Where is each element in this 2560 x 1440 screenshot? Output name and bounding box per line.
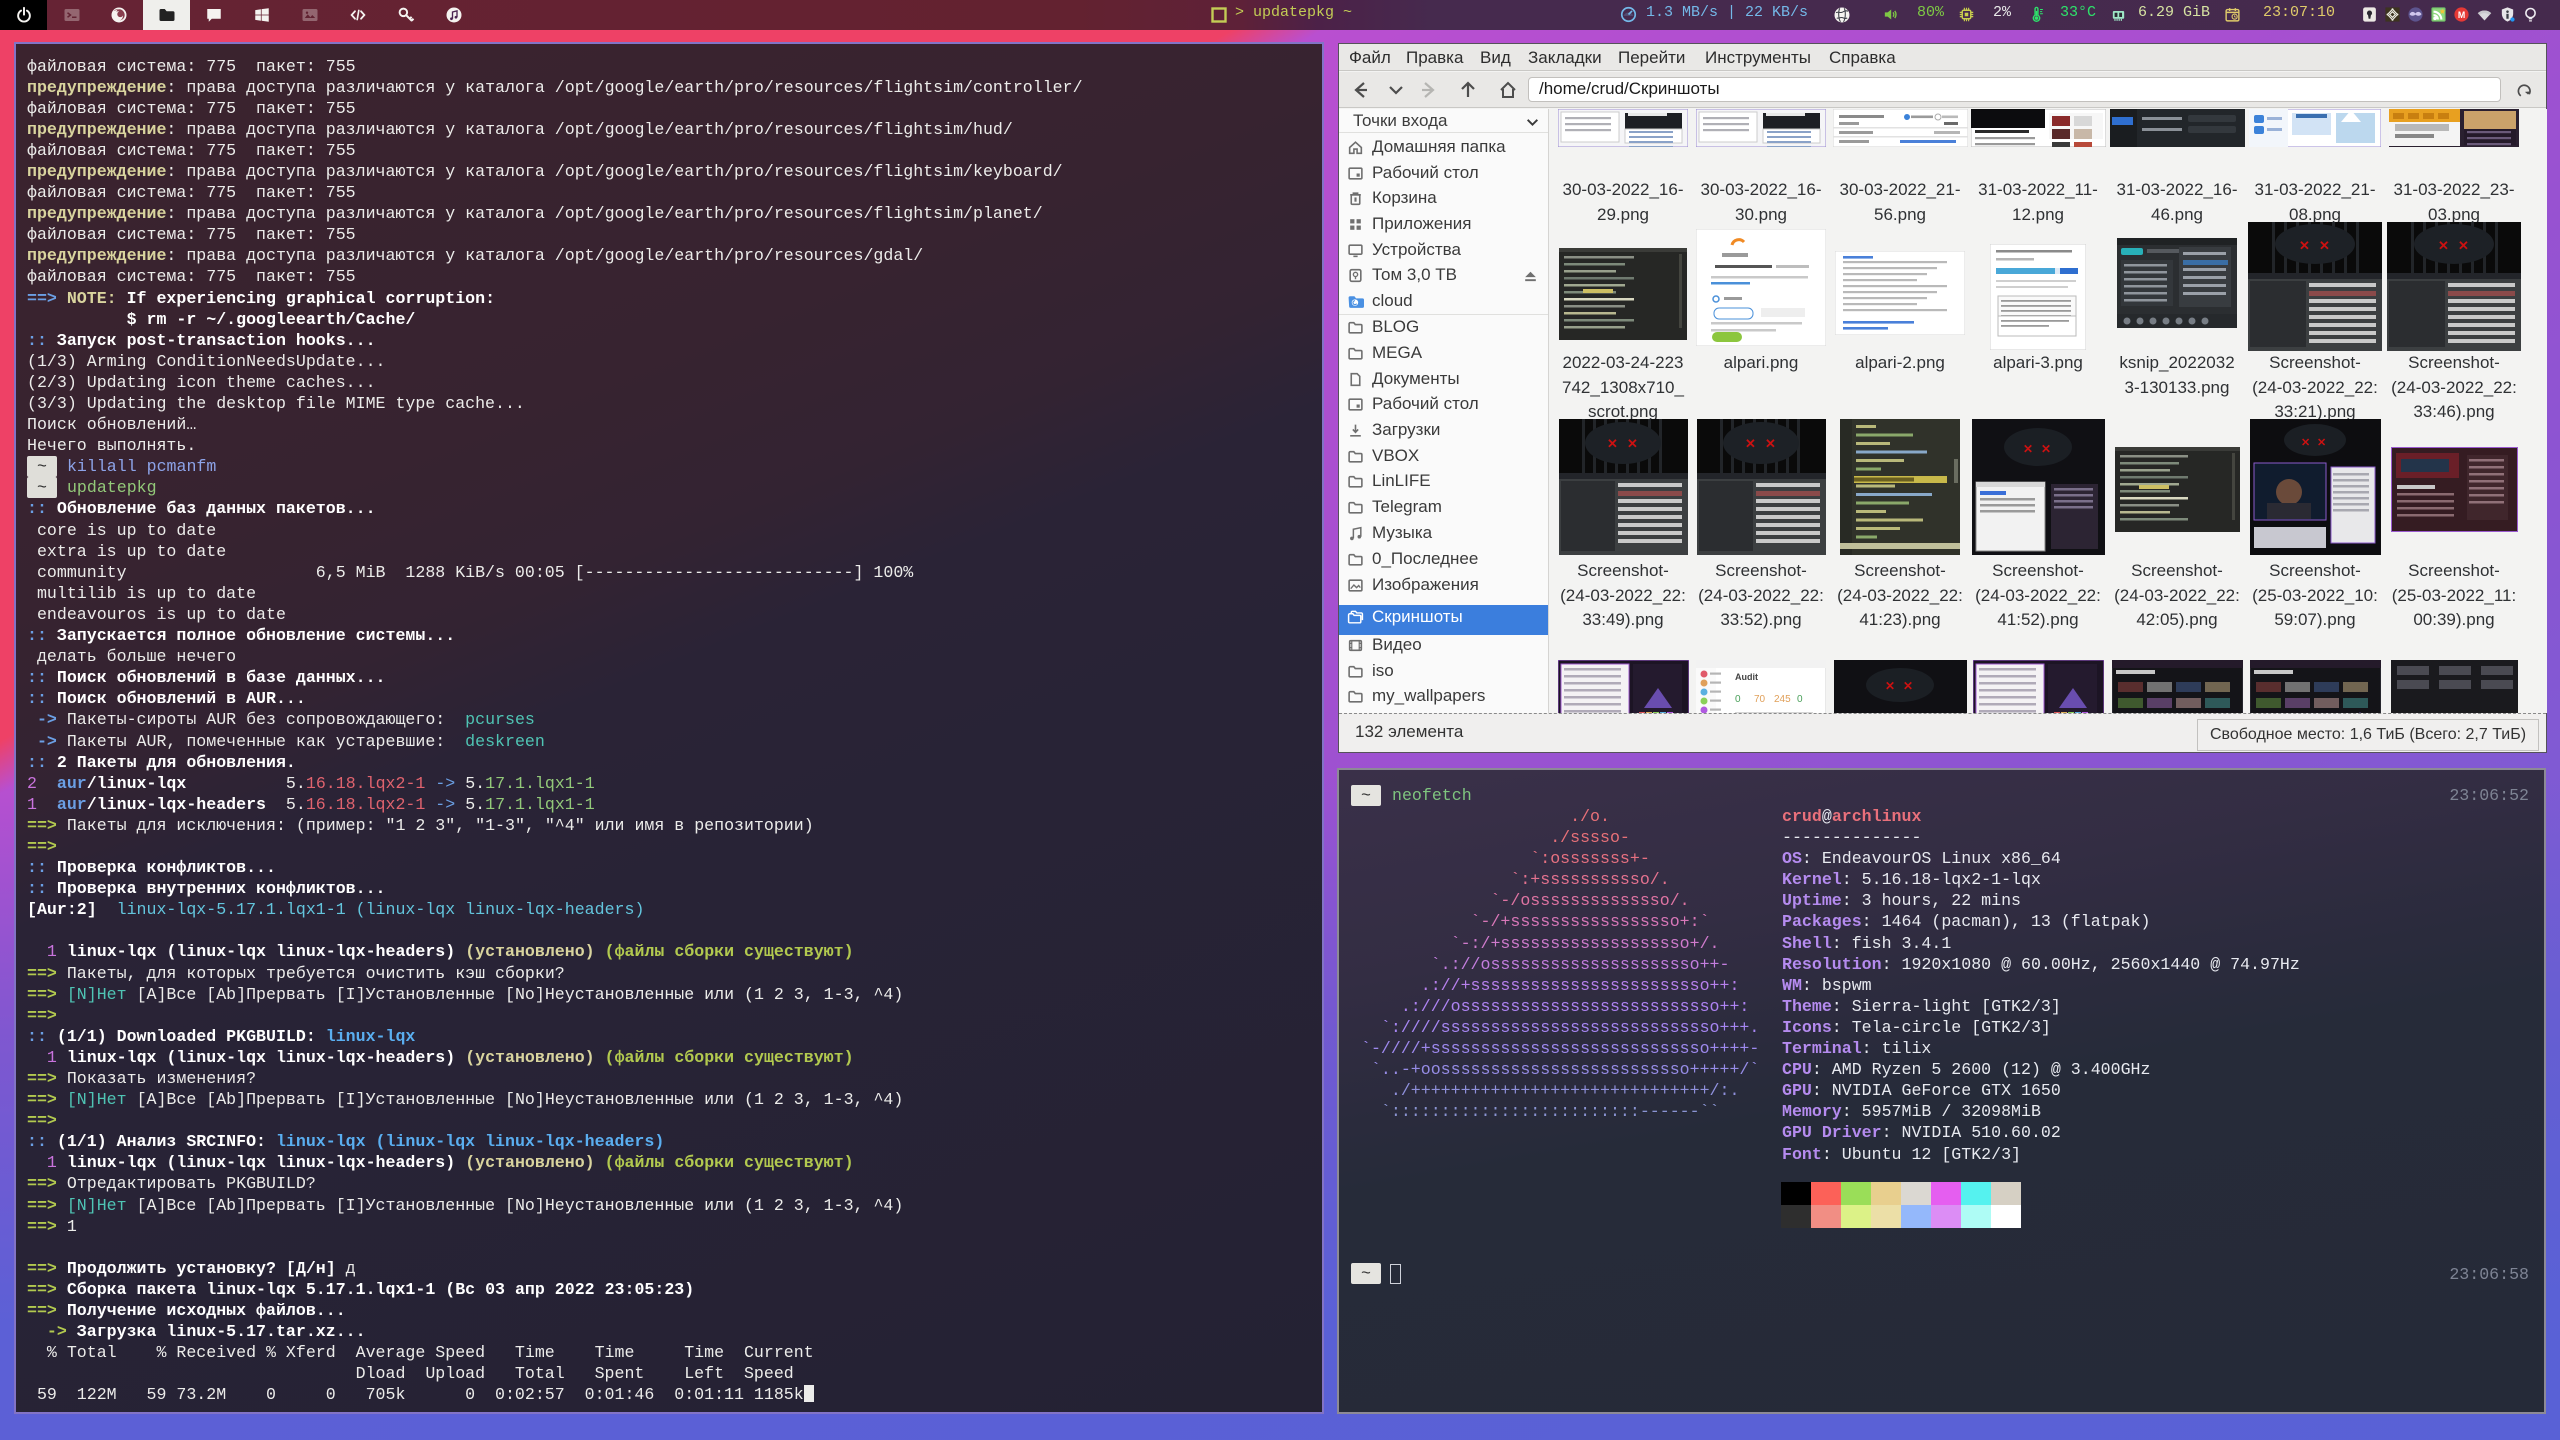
svg-text:0: 0	[1797, 694, 1803, 705]
svg-text:✕: ✕	[1607, 436, 1618, 451]
svg-text:70: 70	[1754, 694, 1766, 705]
svg-text:✕: ✕	[2317, 437, 2326, 449]
svg-text:M: M	[2458, 10, 2465, 20]
svg-text:✕: ✕	[1745, 436, 1756, 451]
svg-text:✕: ✕	[2023, 442, 2033, 456]
svg-text:0: 0	[1735, 694, 1741, 705]
svg-text:✕: ✕	[1903, 679, 1913, 693]
svg-text:✕: ✕	[2299, 238, 2310, 253]
svg-text:Audit: Audit	[1735, 672, 1758, 682]
svg-text:✕: ✕	[1765, 436, 1776, 451]
svg-text:✕: ✕	[2438, 238, 2449, 253]
svg-text:✕: ✕	[2319, 238, 2330, 253]
svg-text:✕: ✕	[2458, 238, 2469, 253]
svg-text:✕: ✕	[2301, 437, 2310, 449]
svg-text:245: 245	[1774, 694, 1791, 705]
svg-text:✕: ✕	[1627, 436, 1638, 451]
svg-text:✕: ✕	[1885, 679, 1895, 693]
svg-text:✕: ✕	[2041, 442, 2051, 456]
